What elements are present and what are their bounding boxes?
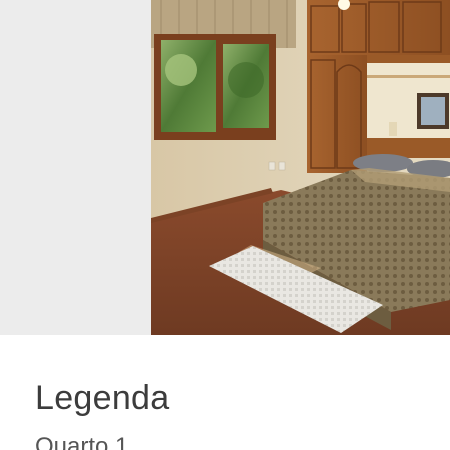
caption-heading: Legenda xyxy=(35,379,170,417)
image-viewer xyxy=(0,0,450,335)
image-caption: Legenda Quarto 1 xyxy=(0,335,450,450)
room-photo[interactable] xyxy=(151,0,450,335)
caption-text: Quarto 1 xyxy=(35,433,129,450)
